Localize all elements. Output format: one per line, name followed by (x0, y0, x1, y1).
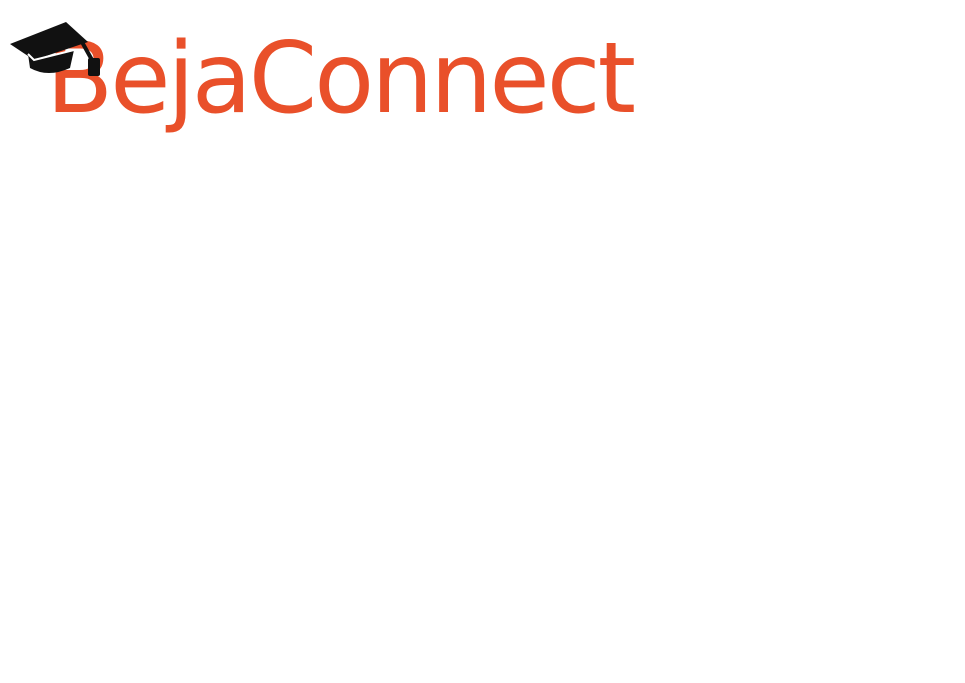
brand-logo: BejaConnect (8, 16, 636, 166)
page: BejaConnect (0, 0, 965, 683)
brand-name: BejaConnect (46, 22, 636, 136)
graduation-cap-icon (10, 22, 100, 76)
